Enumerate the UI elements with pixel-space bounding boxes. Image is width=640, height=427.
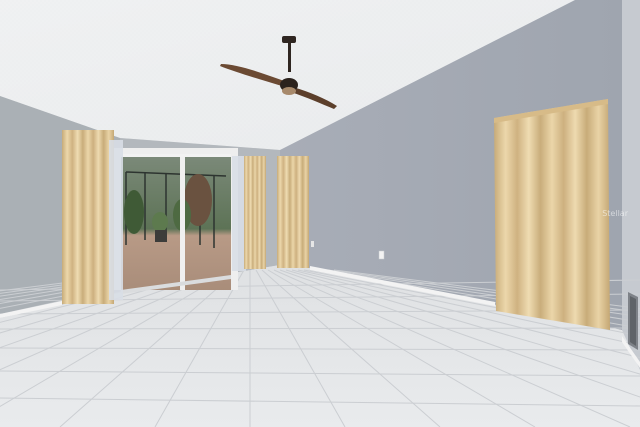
sliding-glass-door xyxy=(114,148,238,294)
curtain-right-door xyxy=(232,156,266,271)
floor-vent xyxy=(628,292,638,350)
watermark-text: Stellar xyxy=(602,209,628,218)
wall-outlet-small xyxy=(311,241,314,247)
curtain-back-corner xyxy=(277,156,309,268)
curtain-right-window xyxy=(494,99,610,330)
room-scene: Stellar xyxy=(0,0,640,427)
room-illustration: Stellar xyxy=(0,0,640,427)
curtain-left-door xyxy=(62,130,123,304)
wall-outlet xyxy=(378,250,385,260)
